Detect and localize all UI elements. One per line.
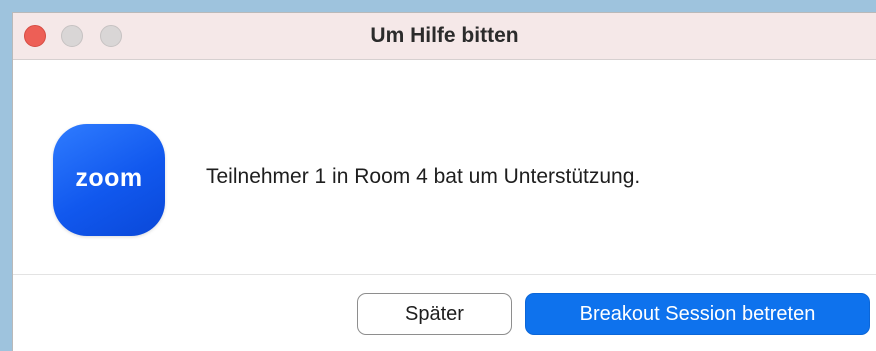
help-request-dialog: Um Hilfe bitten zoom Teilnehmer 1 in Roo… xyxy=(12,12,876,351)
title-bar[interactable]: Um Hilfe bitten xyxy=(13,13,876,60)
later-button[interactable]: Später xyxy=(357,293,512,335)
dialog-footer: Später Breakout Session betreten xyxy=(13,274,876,351)
dialog-body: zoom Teilnehmer 1 in Room 4 bat um Unter… xyxy=(13,60,876,274)
join-breakout-session-button[interactable]: Breakout Session betreten xyxy=(525,293,870,335)
zoom-logo-text: zoom xyxy=(75,164,143,192)
dialog-title: Um Hilfe bitten xyxy=(370,24,519,47)
zoom-logo-icon: zoom xyxy=(53,124,165,236)
help-request-message: Teilnehmer 1 in Room 4 bat um Unterstütz… xyxy=(206,165,641,188)
